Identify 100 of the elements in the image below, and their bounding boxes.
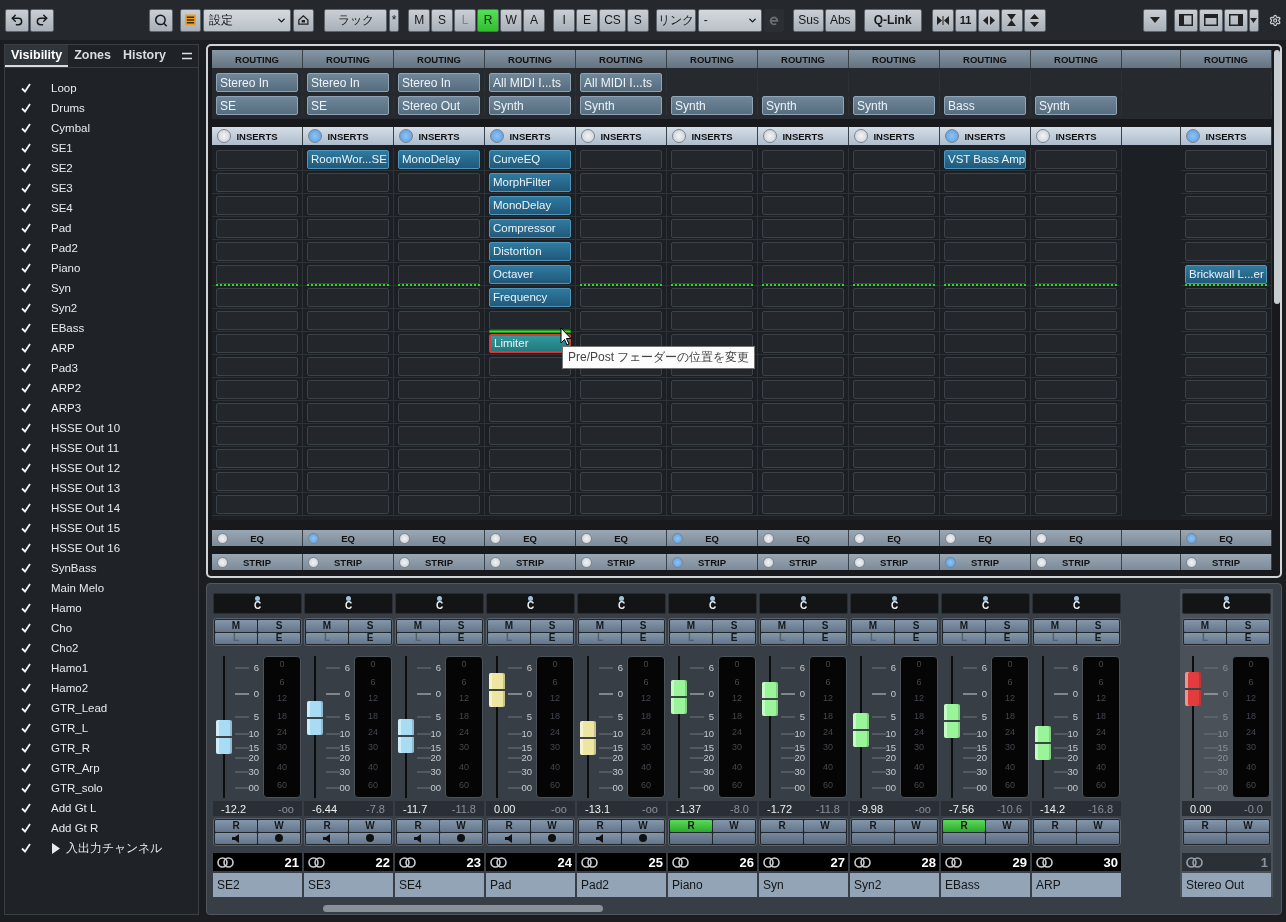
check-icon[interactable] [21,243,31,253]
routing-button[interactable]: Synth [762,96,844,115]
check-icon[interactable] [21,143,31,153]
abs-button[interactable]: Abs [824,8,856,32]
routing-button[interactable]: Stereo Out [398,96,480,115]
blank-button[interactable] [852,832,894,844]
collapse-button[interactable] [931,8,954,32]
zoom-value[interactable]: 11 [954,8,977,32]
monitor-button[interactable] [397,832,439,844]
channel-name-bar[interactable]: Piano [668,873,757,897]
check-icon[interactable] [21,723,31,733]
check-icon[interactable] [21,743,31,753]
automation-toggle[interactable]: W [895,820,937,832]
rack-button[interactable]: ラック [324,8,388,32]
insert-slot[interactable]: Compressor [489,218,571,238]
fader-position-line[interactable] [853,728,869,731]
automation-toggle[interactable]: R [943,820,985,832]
automation-toggle[interactable]: R [1034,820,1076,832]
channel-toggle[interactable]: E [440,632,482,644]
blank-button[interactable] [986,832,1028,844]
fader-cap[interactable] [398,718,414,753]
left-zone-button[interactable] [1173,8,1198,32]
automation-toggle[interactable]: R [397,820,439,832]
channel-toggle[interactable]: E [804,632,846,644]
monitor-button[interactable] [306,832,348,844]
power-button[interactable] [217,532,228,544]
fader-cap[interactable] [944,704,960,739]
channel-toggle[interactable]: E [986,632,1028,644]
check-icon[interactable] [21,203,31,213]
routing-button[interactable]: Stereo In [216,73,298,92]
blank-button[interactable] [943,832,985,844]
mode-toggle[interactable]: A [523,8,546,32]
insert-slot[interactable]: Brickwall L...er [1185,264,1267,284]
pan-display[interactable]: C [759,593,848,614]
expand-button[interactable] [977,8,1000,32]
check-icon[interactable] [21,323,31,333]
channel-name-bar[interactable]: EBass [941,873,1030,897]
blank-button[interactable] [1034,832,1076,844]
channel-toggle[interactable]: S [1077,620,1119,632]
mode-toggle[interactable]: I [553,8,576,32]
power-button[interactable] [763,129,777,143]
power-button[interactable] [1036,556,1047,568]
routing-button[interactable]: Synth [853,96,935,115]
channel-name-bar[interactable]: ARP [1032,873,1121,897]
insert-slot[interactable]: Frequency [489,287,571,307]
channel-toggle[interactable]: E [1077,632,1119,644]
power-button[interactable] [763,532,774,544]
routing-button[interactable]: All MIDI I...ts [489,73,571,92]
check-icon[interactable] [21,303,31,313]
power-button[interactable] [945,556,956,568]
routing-button[interactable]: Synth [671,96,753,115]
fader-cap[interactable] [1185,671,1201,706]
insert-slot[interactable]: MorphFilter [489,172,571,192]
check-icon[interactable] [21,523,31,533]
mode-toggle[interactable]: S [626,8,649,32]
routing-button[interactable]: Stereo In [307,73,389,92]
power-button[interactable] [763,556,774,568]
channel-name-bar[interactable]: Pad2 [577,873,666,897]
mode-toggle[interactable]: S [431,8,454,32]
channel-toggle[interactable]: M [397,620,439,632]
channel-toggle[interactable]: S [713,620,755,632]
check-icon[interactable] [21,283,31,293]
fader-cap[interactable] [489,673,505,708]
blank-button[interactable] [895,832,937,844]
channel-toggle[interactable]: S [531,620,573,632]
check-icon[interactable] [21,683,31,693]
check-icon[interactable] [21,503,31,513]
blank-button[interactable] [670,832,712,844]
channel-toggle[interactable]: M [579,620,621,632]
blank-button[interactable] [804,832,846,844]
blank-button[interactable] [1077,832,1119,844]
pan-display[interactable]: C [213,593,302,614]
pan-display[interactable]: C [850,593,939,614]
check-icon[interactable] [21,183,31,193]
fader-cap[interactable] [671,680,687,715]
channel-name-bar[interactable]: Stereo Out [1182,873,1271,897]
blank-button[interactable] [761,832,803,844]
expand-arrow-icon[interactable] [51,842,60,854]
channel-name-bar[interactable]: Syn [759,873,848,897]
pan-display[interactable]: C [1032,593,1121,614]
panel-tab[interactable]: History [117,45,173,67]
routing-button[interactable]: Synth [1035,96,1117,115]
check-icon[interactable] [21,823,31,833]
channel-name-bar[interactable]: SE3 [304,873,393,897]
check-icon[interactable] [21,423,31,433]
insert-slot[interactable]: MonoDelay [398,149,480,169]
record-button[interactable] [349,832,391,844]
channel-toggle[interactable]: S [986,620,1028,632]
automation-toggle[interactable]: W [1077,820,1119,832]
rack-flag-button[interactable]: * [389,8,400,32]
power-button[interactable] [399,532,410,544]
routing-button[interactable]: SE [307,96,389,115]
power-button[interactable] [581,556,592,568]
height-button[interactable] [1023,8,1046,32]
pan-display[interactable]: C [941,593,1030,614]
pan-display[interactable]: C [395,593,484,614]
check-icon[interactable] [21,463,31,473]
record-button[interactable] [258,832,300,844]
record-button[interactable] [622,832,664,844]
check-icon[interactable] [21,263,31,273]
